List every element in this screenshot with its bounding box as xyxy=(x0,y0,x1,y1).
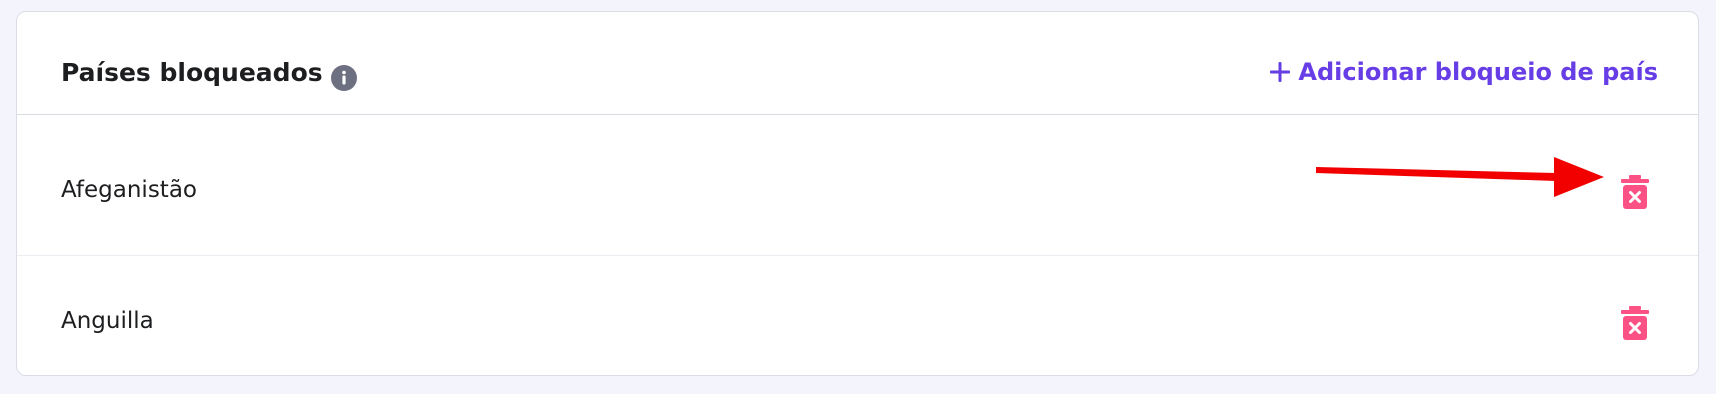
info-icon[interactable] xyxy=(330,64,358,92)
plus-icon xyxy=(1270,62,1291,82)
add-country-block-button[interactable]: Adicionar bloqueio de país xyxy=(1268,58,1658,86)
list-item: Anguilla xyxy=(17,257,1698,375)
trash-x-icon[interactable] xyxy=(1621,306,1649,340)
add-country-block-label: Adicionar bloqueio de país xyxy=(1298,58,1658,86)
list-item: Afeganistão xyxy=(17,126,1698,256)
country-name: Afeganistão xyxy=(61,177,197,203)
blocked-countries-card: Países bloqueados Adicionar bloqueio de … xyxy=(16,11,1699,376)
trash-x-icon[interactable] xyxy=(1621,175,1649,209)
card-title: Países bloqueados xyxy=(61,58,323,87)
card-header: Países bloqueados Adicionar bloqueio de … xyxy=(17,12,1698,115)
country-name: Anguilla xyxy=(61,308,154,334)
